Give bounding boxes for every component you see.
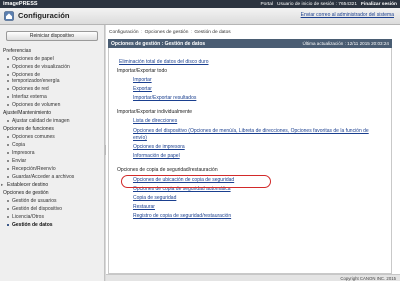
section-backup-restore: Opciones de copia de seguridad/restaurac… [117, 167, 218, 173]
brand-name: imagePRESS [3, 1, 38, 7]
settings-home-icon[interactable] [4, 11, 14, 21]
breadcrumb-item: Gestión de datos [194, 30, 231, 35]
breadcrumb-separator: : [190, 30, 193, 35]
sidebar-item-paper[interactable]: Opciones de papel [7, 56, 54, 62]
sidebar-item-printer[interactable]: Impresora [7, 150, 35, 156]
import-link[interactable]: Importar [133, 77, 152, 83]
sidebar-item-user-management[interactable]: Gestión de usuarios [6, 198, 56, 204]
sidebar-item-timer-line2[interactable]: temporizador/energía [7, 78, 60, 84]
sidebar-heading-functions[interactable]: Opciones de funciones [3, 126, 54, 132]
highlight-circle [121, 175, 271, 188]
sidebar-item-volume[interactable]: Opciones de volumen [6, 102, 60, 108]
device-settings-link-line2[interactable]: envío) [133, 135, 147, 141]
page-title: Configuración [18, 11, 70, 20]
mail-admin-link[interactable]: Enviar correo al administrador del siste… [301, 12, 394, 18]
main-content: Configuración : Opciones de gestión : Ge… [106, 25, 400, 274]
section-import-export-individual: Importar/Exportar individualmente [117, 109, 193, 115]
import-export-results-link[interactable]: Importar/Exportar resultados [133, 95, 196, 101]
sidebar: Reiniciar dispositivo Preferencias Opcio… [0, 25, 105, 281]
sidebar-item-data-management[interactable]: Gestión de datos [7, 222, 53, 228]
device-settings-link[interactable]: Opciones del dispositivo (Opciones de me… [133, 128, 369, 134]
breadcrumb: Configuración : Opciones de gestión : Ge… [109, 30, 231, 35]
sidebar-item-external-interface[interactable]: Interfaz externa [7, 94, 47, 100]
copyright-text: Copyright CANON INC. 2015 [340, 276, 396, 281]
paper-info-link[interactable]: Información de papel [133, 153, 180, 159]
sidebar-item-image-quality[interactable]: Ajustar calidad de imagen [7, 118, 70, 124]
sidebar-item-network[interactable]: Opciones de red [7, 86, 49, 92]
sidebar-heading-preferences[interactable]: Preferencias [3, 48, 31, 54]
breadcrumb-separator: : [140, 30, 143, 35]
logout-link[interactable]: Finalizar sesión [361, 2, 397, 7]
backup-restore-log-link[interactable]: Registro de copia de seguridad/restaurac… [133, 213, 231, 219]
panel-title: Opciones de gestión : Gestión de datos [111, 40, 206, 47]
sidebar-heading-adjustment[interactable]: Ajuste/Mantenimiento [3, 110, 51, 116]
sidebar-heading-destination[interactable]: Establecer destino [1, 182, 49, 188]
sidebar-item-common[interactable]: Opciones comunes [7, 134, 55, 140]
sidebar-item-copy[interactable]: Copia [6, 142, 25, 148]
restart-device-button[interactable]: Reiniciar dispositivo [6, 31, 98, 41]
panel-header: Opciones de gestión : Gestión de datos Ú… [108, 39, 392, 48]
sidebar-item-store-access[interactable]: Guardar/Acceder a archivos [6, 174, 74, 180]
portal-link[interactable]: Portal [260, 2, 273, 7]
sidebar-heading-destination-label: Establecer destino [7, 182, 49, 188]
sidebar-item-display[interactable]: Opciones de visualización [7, 64, 70, 70]
footer: Copyright CANON INC. 2015 [106, 274, 400, 281]
delete-hdd-data-link[interactable]: Eliminación total de datos del disco dur… [119, 59, 209, 65]
sidebar-heading-management[interactable]: Opciones de gestión [3, 190, 49, 196]
section-import-export-all: Importar/Exportar todo [117, 68, 168, 74]
backup-link[interactable]: Copia de seguridad [133, 195, 176, 201]
sidebar-item-send[interactable]: Enviar [6, 158, 26, 164]
sidebar-item-receive-forward[interactable]: Recepción/Reenvío [7, 166, 56, 172]
export-link[interactable]: Exportar [133, 86, 152, 92]
breadcrumb-item[interactable]: Configuración [109, 30, 139, 35]
breadcrumb-item[interactable]: Opciones de gestión [145, 30, 189, 35]
sidebar-item-device-management[interactable]: Gestión del dispositivo [6, 206, 62, 212]
address-list-link[interactable]: Lista de direcciones [133, 118, 177, 124]
restore-link[interactable]: Restaurar [133, 204, 155, 210]
sidebar-item-license[interactable]: Licencia/Otros [7, 214, 44, 220]
last-updated-text: Última actualización : 12/11 2015 20:03:… [302, 41, 390, 46]
session-info: Portal Usuario de inicio de sesión : 765… [260, 2, 397, 7]
printer-settings-link[interactable]: Opciones de impresora [133, 144, 185, 150]
login-user-text: Usuario de inicio de sesión : 7654321 [276, 1, 357, 7]
top-bar: imagePRESS Portal Usuario de inicio de s… [0, 0, 400, 8]
title-bar: Configuración Enviar correo al administr… [0, 8, 400, 25]
